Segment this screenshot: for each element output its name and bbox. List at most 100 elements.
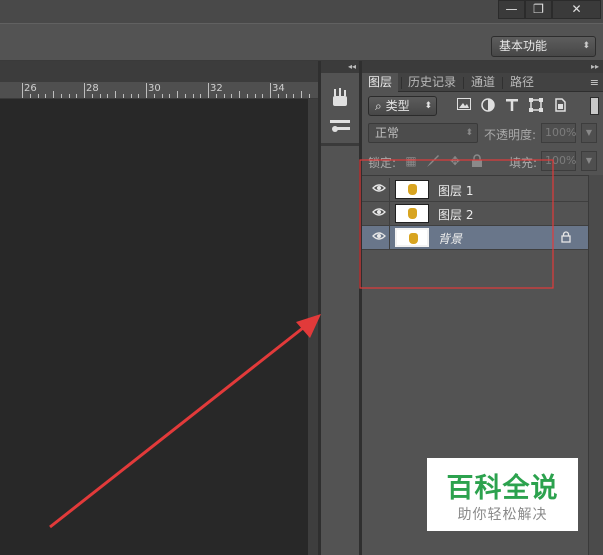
layer-row[interactable]: 图层 2 [362, 202, 588, 226]
ruler-tick [138, 94, 140, 98]
ruler-tick [169, 94, 171, 98]
lock-icon [560, 231, 572, 244]
shape-filter-icon[interactable] [528, 98, 544, 114]
watermark-title: 百科全说 [446, 473, 559, 504]
adjustment-filter-icon[interactable] [480, 98, 496, 114]
layer-thumbnail [395, 204, 429, 223]
lock-pixels-icon[interactable] [426, 154, 440, 168]
layer-filter-select[interactable]: ⌕ 类型 ⬍ [368, 96, 437, 116]
lock-transparency-icon[interactable]: ▦ [404, 154, 418, 168]
brush-presets-icon[interactable] [330, 88, 350, 108]
ruler-tick [270, 83, 271, 98]
tab-divider [502, 77, 503, 89]
tab-history[interactable]: 历史记录 [408, 73, 456, 92]
ruler-tick [177, 91, 178, 98]
eye-icon[interactable] [371, 182, 387, 198]
visibility-column-divider [389, 178, 390, 202]
opacity-input[interactable]: 100% [541, 123, 576, 143]
ruler-tick [277, 94, 279, 98]
chevron-updown-icon: ⬍ [582, 41, 590, 51]
options-bar: 基本功能 ⬍ [0, 23, 603, 61]
ruler-label: 32 [210, 83, 223, 94]
ruler-label: 34 [272, 83, 285, 94]
maximize-button[interactable]: ❐ [525, 0, 552, 19]
ruler-tick [262, 94, 264, 98]
tab-channels[interactable]: 通道 [471, 73, 495, 92]
tab-divider [463, 77, 464, 89]
close-button[interactable]: ✕ [552, 0, 601, 19]
tab-paths[interactable]: 路径 [510, 73, 534, 92]
layer-row[interactable]: 图层 1 [362, 178, 588, 202]
chevron-updown-icon: ⬍ [424, 101, 432, 111]
strip-divider [321, 143, 359, 146]
ruler-tick [208, 83, 209, 98]
ruler-tick [246, 94, 248, 98]
ruler-tick [301, 91, 302, 98]
ruler-tick [192, 94, 194, 98]
opacity-dropdown-icon[interactable]: ▼ [581, 123, 597, 143]
image-filter-icon[interactable] [456, 98, 472, 114]
layer-name[interactable]: 图层 2 [438, 206, 473, 223]
ruler-tick [239, 91, 240, 98]
blend-mode-select[interactable]: 正常 ⬍ [368, 123, 478, 143]
lock-all-icon[interactable] [470, 154, 484, 168]
ruler-tick [107, 94, 109, 98]
chevron-updown-icon: ⬍ [465, 128, 473, 138]
ruler-tick [84, 83, 85, 98]
ruler-tick [122, 94, 124, 98]
ruler-tick [91, 94, 93, 98]
type-filter-icon[interactable] [504, 98, 520, 114]
ruler-tick [146, 83, 147, 98]
opacity-label: 不透明度: [484, 128, 537, 142]
eye-icon[interactable] [371, 230, 387, 246]
ruler-tick [308, 94, 310, 98]
ruler-label: 30 [148, 83, 161, 94]
ruler-tick [285, 94, 287, 98]
watermark-logo: 百科全说 助你轻松解决 [427, 458, 578, 531]
ruler-tick [130, 94, 132, 98]
tab-layers[interactable]: 图层 [362, 73, 399, 92]
eye-icon[interactable] [371, 206, 387, 222]
visibility-column-divider [389, 202, 390, 226]
horizontal-ruler[interactable]: 26 28 30 32 34 [0, 82, 318, 99]
watermark-subtitle: 助你轻松解决 [457, 507, 548, 523]
ruler-tick [22, 83, 23, 98]
fill-dropdown-icon[interactable]: ▼ [581, 151, 597, 171]
workspace-label: 基本功能 [499, 39, 548, 53]
workspace-switcher[interactable]: 基本功能 ⬍ [491, 36, 596, 57]
layer-row[interactable]: 背景 [362, 226, 588, 250]
ruler-tick [76, 94, 78, 98]
fill-input[interactable]: 100% [541, 151, 576, 171]
ruler-tick [231, 94, 233, 98]
lock-label: 锁定: [368, 156, 397, 170]
title-bar: — ❐ ✕ [0, 0, 603, 23]
document-canvas[interactable] [0, 99, 308, 555]
smart-object-filter-icon[interactable] [552, 98, 568, 114]
collapse-icon[interactable]: ◂◂ [321, 61, 359, 73]
ruler-tick [115, 91, 116, 98]
expand-icon[interactable]: ▸▸ [362, 61, 603, 73]
ruler-tick [29, 94, 31, 98]
ruler-tick [254, 94, 256, 98]
ruler-tick [153, 94, 155, 98]
fill-label: 填充: [509, 156, 538, 170]
lock-position-icon[interactable]: ✥ [448, 154, 462, 168]
panel-tabs: 图层 历史记录 通道 路径 ≡ [362, 73, 603, 92]
layers-scrollbar[interactable] [588, 175, 603, 555]
layer-filter-label: 类型 [385, 99, 410, 113]
ruler-tick [60, 94, 62, 98]
search-icon: ⌕ [375, 99, 382, 113]
layer-thumbnail [395, 180, 429, 199]
tool-presets-icon[interactable] [330, 117, 350, 137]
ruler-tick [184, 94, 186, 98]
filter-toggle-switch[interactable] [590, 97, 599, 115]
panel-menu-icon[interactable]: ≡ [590, 73, 599, 92]
ruler-tick [223, 94, 225, 98]
layer-name[interactable]: 背景 [438, 230, 462, 247]
minimize-button[interactable]: — [498, 0, 525, 19]
ruler-tick [200, 94, 202, 98]
tab-divider [401, 77, 402, 89]
ruler-tick [37, 94, 39, 98]
layer-thumbnail [395, 228, 429, 247]
layer-name[interactable]: 图层 1 [438, 182, 473, 199]
